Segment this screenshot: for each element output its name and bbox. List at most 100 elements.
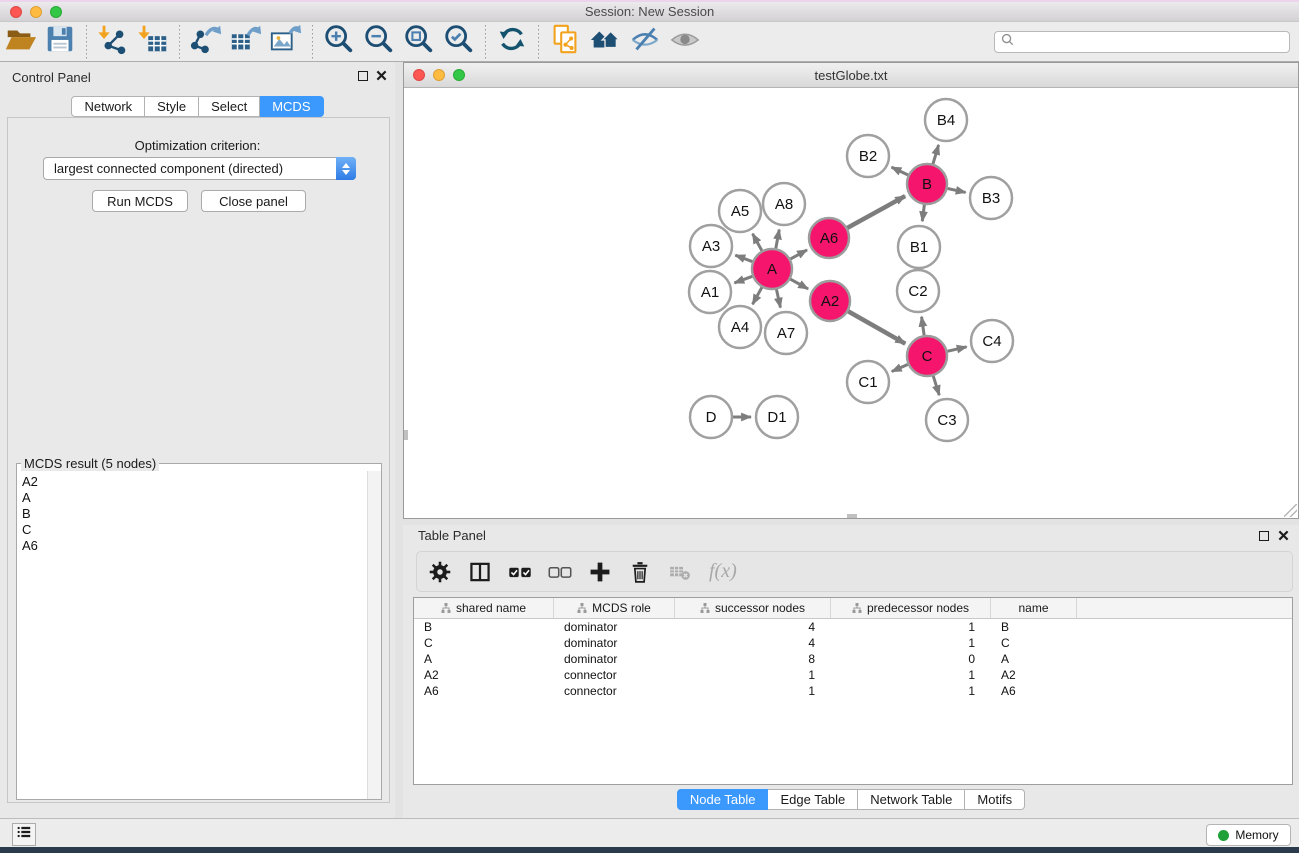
deselect-all-button[interactable]: [545, 557, 575, 587]
export-table-button[interactable]: [226, 23, 266, 61]
zoom-window-button[interactable]: [50, 6, 62, 18]
network-graph[interactable]: B4 B2 B B3 A5A8 A6 B1 A3 A C2 A1 A2 A4 A7 C C4 C1 C3 D D1: [404, 88, 1298, 518]
graph-node-A2[interactable]: A2: [810, 281, 850, 321]
toolbar-separator: [86, 25, 87, 59]
search-icon: [1001, 33, 1014, 51]
add-column-button[interactable]: [585, 557, 615, 587]
table-tab-network-table[interactable]: Network Table: [858, 789, 965, 810]
import-table-button[interactable]: [133, 23, 173, 61]
network-minimize-button[interactable]: [433, 69, 445, 81]
graph-node-D1[interactable]: D1: [756, 396, 798, 438]
memory-button[interactable]: Memory: [1206, 824, 1291, 846]
graph-node-B2[interactable]: B2: [847, 135, 889, 177]
close-table-panel-icon[interactable]: [1278, 530, 1289, 541]
open-session-button[interactable]: [0, 23, 40, 61]
column-header-MCDS-role[interactable]: MCDS role: [554, 598, 675, 618]
zoom-fit-button[interactable]: [399, 23, 439, 61]
table-tab-node-table[interactable]: Node Table: [677, 789, 769, 810]
graph-node-B1[interactable]: B1: [898, 226, 940, 268]
save-session-button[interactable]: [40, 23, 80, 61]
graph-node-A8[interactable]: A8: [763, 183, 805, 225]
graph-node-C1[interactable]: C1: [847, 361, 889, 403]
minimize-window-button[interactable]: [30, 6, 42, 18]
column-header-successor-nodes[interactable]: successor nodes: [675, 598, 831, 618]
close-window-button[interactable]: [10, 6, 22, 18]
result-scrollbar[interactable]: [367, 471, 381, 799]
tab-style[interactable]: Style: [145, 96, 199, 117]
graph-node-C3[interactable]: C3: [926, 399, 968, 441]
graph-node-C[interactable]: C: [907, 336, 947, 376]
criterion-dropdown[interactable]: largest connected component (directed): [43, 157, 356, 180]
result-item-b[interactable]: B: [22, 506, 367, 522]
graph-node-B[interactable]: B: [907, 164, 947, 204]
new-network-from-selection-button[interactable]: [545, 23, 585, 61]
close-panel-button[interactable]: Close panel: [201, 190, 306, 212]
show-all-button[interactable]: [665, 23, 705, 61]
mcds-result-list: A2ABCA6: [17, 471, 367, 799]
result-item-c[interactable]: C: [22, 522, 367, 538]
table-row-a2[interactable]: A2connector11A2: [414, 667, 1292, 683]
table-settings-button[interactable]: [425, 557, 455, 587]
mcds-result-title: MCDS result (5 nodes): [21, 456, 159, 471]
column-header-predecessor-nodes[interactable]: predecessor nodes: [831, 598, 991, 618]
graph-node-B3[interactable]: B3: [970, 177, 1012, 219]
network-canvas[interactable]: B4 B2 B B3 A5A8 A6 B1 A3 A C2 A1 A2 A4 A7 C C4 C1 C3 D D1: [404, 88, 1298, 518]
svg-text:A6: A6: [820, 230, 838, 247]
graph-node-A1[interactable]: A1: [689, 271, 731, 313]
close-panel-icon[interactable]: [376, 70, 387, 81]
first-neighbors-button[interactable]: [585, 23, 625, 61]
svg-text:A1: A1: [701, 284, 719, 301]
search-input[interactable]: [1014, 35, 1283, 49]
table-tab-edge-table[interactable]: Edge Table: [768, 789, 858, 810]
show-columns-button[interactable]: [465, 557, 495, 587]
zoom-out-button[interactable]: [359, 23, 399, 61]
tab-network[interactable]: Network: [71, 96, 145, 117]
hide-selected-button[interactable]: [625, 23, 665, 61]
toolbar-separator: [538, 25, 539, 59]
delete-column-button[interactable]: [625, 557, 655, 587]
table-row-a[interactable]: Adominator80A: [414, 651, 1292, 667]
import-network-button[interactable]: [93, 23, 133, 61]
graph-node-A7[interactable]: A7: [765, 312, 807, 354]
result-item-a2[interactable]: A2: [22, 474, 367, 490]
resize-grip[interactable]: [1284, 504, 1297, 517]
result-item-a[interactable]: A: [22, 490, 367, 506]
select-all-button[interactable]: [505, 557, 535, 587]
graph-node-A[interactable]: A: [752, 249, 792, 289]
export-image-button[interactable]: [266, 23, 306, 61]
run-mcds-button[interactable]: Run MCDS: [92, 190, 188, 212]
float-panel-icon[interactable]: [358, 71, 368, 81]
graph-node-B4[interactable]: B4: [925, 99, 967, 141]
tab-select[interactable]: Select: [199, 96, 260, 117]
graph-node-D[interactable]: D: [690, 396, 732, 438]
toolbar-separator: [179, 25, 180, 59]
control-panel-tabs: NetworkStyleSelectMCDS: [71, 96, 323, 117]
network-zoom-button[interactable]: [453, 69, 465, 81]
tab-mcds[interactable]: MCDS: [260, 96, 323, 117]
svg-text:C: C: [922, 348, 933, 365]
column-header-shared-name[interactable]: shared name: [414, 598, 554, 618]
column-header-name[interactable]: name: [991, 598, 1077, 618]
refresh-button[interactable]: [492, 23, 532, 61]
table-row-a6[interactable]: A6connector11A6: [414, 683, 1292, 699]
export-network-button[interactable]: [186, 23, 226, 61]
graph-node-A3[interactable]: A3: [690, 225, 732, 267]
cell: B: [414, 619, 554, 635]
graph-node-C4[interactable]: C4: [971, 320, 1013, 362]
show-panels-button[interactable]: [12, 823, 36, 846]
panel-splitter[interactable]: [395, 62, 403, 818]
table-row-b[interactable]: Bdominator41B: [414, 619, 1292, 635]
zoom-selected-button[interactable]: [439, 23, 479, 61]
network-close-button[interactable]: [413, 69, 425, 81]
graph-node-C2[interactable]: C2: [897, 270, 939, 312]
float-table-panel-icon[interactable]: [1259, 531, 1269, 541]
search-field[interactable]: [994, 31, 1290, 53]
table-row-c[interactable]: Cdominator41C: [414, 635, 1292, 651]
result-item-a6[interactable]: A6: [22, 538, 367, 554]
graph-node-A4[interactable]: A4: [719, 306, 761, 348]
zoom-in-button[interactable]: [319, 23, 359, 61]
graph-node-A6[interactable]: A6: [809, 218, 849, 258]
graph-node-A5[interactable]: A5: [719, 190, 761, 232]
table-tab-motifs[interactable]: Motifs: [965, 789, 1025, 810]
svg-text:A4: A4: [731, 319, 749, 336]
